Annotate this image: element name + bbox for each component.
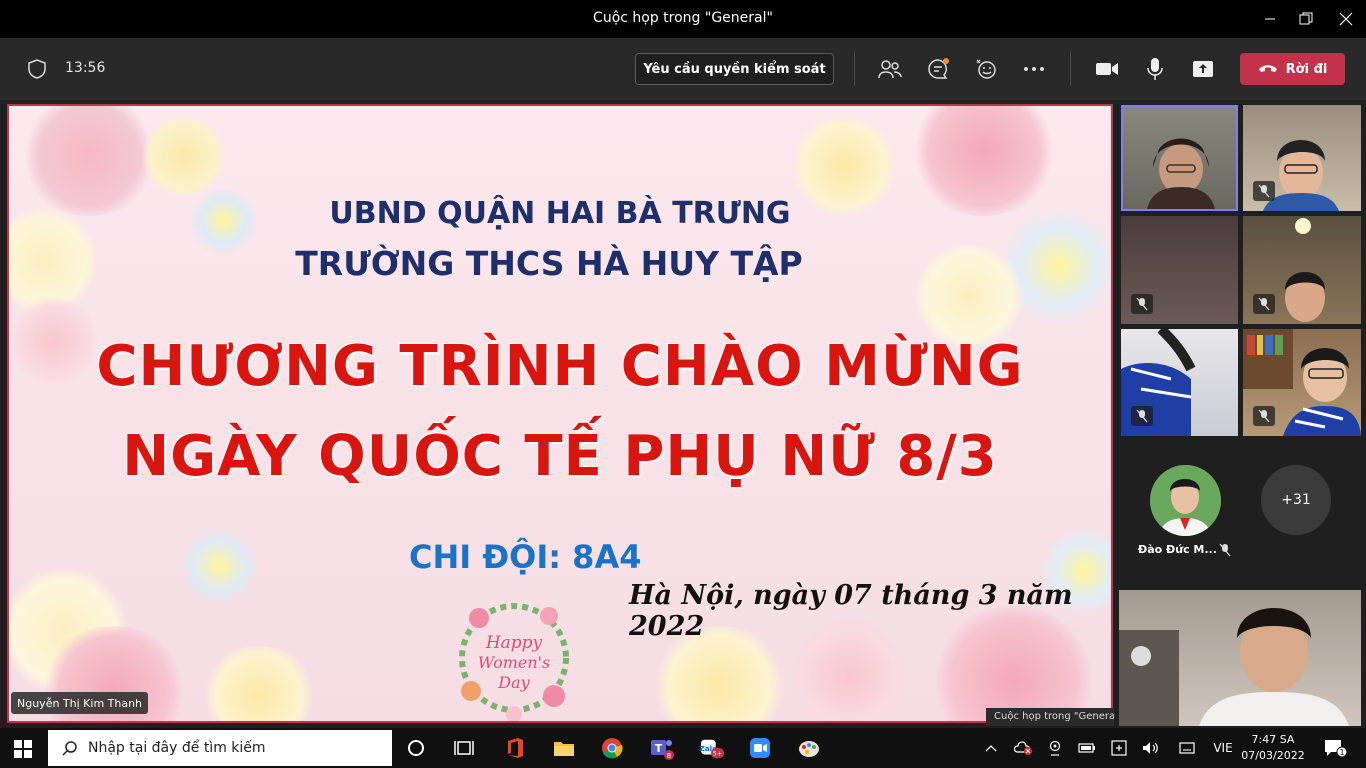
slide-headline-2: NGÀY QUỐC TẾ PHỤ NỮ 8/3 xyxy=(122,424,998,489)
slide-line-school: TRƯỜNG THCS HÀ HUY TẬP xyxy=(295,244,803,283)
reaction-icon[interactable] xyxy=(973,56,999,82)
zalo-badge: 5+ xyxy=(713,749,723,757)
clock-time: 7:47 SA xyxy=(1251,733,1295,746)
more-participants-button[interactable]: +31 xyxy=(1261,465,1331,535)
windows-taskbar: Nhập tại đây để tìm kiếm T8 Zalo 5+ VIE … xyxy=(0,728,1366,768)
slide-date-line: Hà Nội, ngày 07 tháng 3 năm 2022 xyxy=(629,580,1073,642)
womens-day-badge: Happy Women's Day xyxy=(449,596,579,721)
people-icon[interactable] xyxy=(877,56,903,82)
mic-muted-icon xyxy=(1219,542,1231,561)
mic-muted-icon xyxy=(1253,181,1275,201)
zoom-icon[interactable] xyxy=(748,736,772,760)
volume-icon[interactable] xyxy=(1142,739,1160,757)
participant-tile[interactable] xyxy=(1121,329,1238,436)
participant-video xyxy=(1119,608,1349,726)
participant-photo xyxy=(1150,465,1221,536)
slide-headline-1: CHƯƠNG TRÌNH CHÀO MỪNG xyxy=(96,334,1024,399)
participant-video xyxy=(1147,138,1215,209)
slide-class-label: CHI ĐỘI: 8A4 xyxy=(409,538,642,576)
battery-icon[interactable] xyxy=(1078,739,1096,757)
participant-name: Đào Đức M... xyxy=(1138,543,1217,556)
minimize-icon[interactable] xyxy=(1254,6,1286,32)
participant-tile[interactable] xyxy=(1243,329,1361,436)
shared-screen-slide: UBND QUẬN HAI BÀ TRƯNG TRƯỜNG THCS HÀ HU… xyxy=(7,104,1113,723)
windows-start-icon[interactable] xyxy=(14,740,32,758)
taskbar-search-box[interactable]: Nhập tại đây để tìm kiếm xyxy=(48,730,392,766)
office-icon[interactable] xyxy=(503,736,527,760)
chat-icon[interactable] xyxy=(925,56,951,82)
presenter-name-tag: Nguyễn Thị Kim Thanh xyxy=(11,692,149,714)
notification-icon[interactable]: 1 xyxy=(1322,739,1350,758)
flower-decoration xyxy=(139,116,229,196)
participant-tile[interactable] xyxy=(1243,216,1361,324)
onedrive-error-icon[interactable] xyxy=(1014,739,1032,757)
request-control-button[interactable]: Yêu cầu quyền kiểm soát xyxy=(635,53,834,85)
phone-hangup-icon xyxy=(1258,62,1278,77)
flower-decoration xyxy=(199,646,319,721)
cortana-icon[interactable] xyxy=(404,736,428,760)
mic-icon[interactable] xyxy=(1142,56,1168,82)
search-icon xyxy=(62,740,78,756)
participant-tile[interactable] xyxy=(1243,105,1361,211)
window-titlebar: Cuộc họp trong "General" xyxy=(0,0,1366,38)
taskbar-clock[interactable]: 7:47 SA 07/03/2022 xyxy=(1240,732,1306,764)
chrome-icon[interactable] xyxy=(600,736,624,760)
avatar[interactable] xyxy=(1150,465,1221,536)
security-tray-icon[interactable] xyxy=(1110,739,1128,757)
share-icon[interactable] xyxy=(1190,56,1216,82)
meeting-toolbar: 13:56 Yêu cầu quyền kiểm soát Rời đi xyxy=(0,38,1366,100)
slide-line-district: UBND QUẬN HAI BÀ TRƯNG xyxy=(329,196,791,231)
notification-count: 1 xyxy=(1339,748,1344,757)
language-indicator[interactable]: VIE xyxy=(1210,739,1236,757)
mic-muted-icon xyxy=(1253,406,1275,426)
clock-date: 07/03/2022 xyxy=(1241,749,1305,762)
mini-window-caption[interactable]: Cuộc họp trong "General" xyxy=(986,708,1114,726)
more-icon[interactable] xyxy=(1021,56,1047,82)
mic-muted-icon xyxy=(1131,406,1153,426)
participant-tile-large[interactable] xyxy=(1119,590,1361,726)
badge-text-happy: Happy xyxy=(485,633,543,653)
badge-text-day: Day xyxy=(497,673,530,692)
keyboard-icon[interactable] xyxy=(1178,739,1196,757)
zalo-icon[interactable]: Zalo 5+ xyxy=(700,736,724,760)
participant-tile[interactable] xyxy=(1121,216,1238,324)
maximize-icon[interactable] xyxy=(1290,6,1322,32)
task-view-icon[interactable] xyxy=(452,736,476,760)
teams-badge: 8 xyxy=(667,752,671,760)
close-icon[interactable] xyxy=(1330,6,1362,32)
flower-decoration xyxy=(179,526,259,606)
camera-icon[interactable] xyxy=(1094,56,1120,82)
window-title: Cuộc họp trong "General" xyxy=(593,10,773,26)
badge-text-womens: Women's xyxy=(478,653,551,672)
svg-text:T: T xyxy=(655,742,663,755)
shield-icon xyxy=(26,58,48,80)
leave-label: Rời đi xyxy=(1285,61,1328,77)
search-placeholder: Nhập tại đây để tìm kiếm xyxy=(88,740,266,756)
leave-button[interactable]: Rời đi xyxy=(1240,53,1345,85)
participant-tile-active-speaker[interactable] xyxy=(1121,105,1238,211)
mic-muted-icon xyxy=(1253,294,1275,314)
mic-muted-icon xyxy=(1131,294,1153,314)
webcam-tray-icon[interactable] xyxy=(1046,739,1064,757)
toolbar-divider xyxy=(854,52,855,86)
teams-icon[interactable]: T8 xyxy=(650,736,674,760)
meeting-duration: 13:56 xyxy=(65,60,106,76)
toolbar-divider xyxy=(1070,52,1071,86)
file-explorer-icon[interactable] xyxy=(552,736,576,760)
chevron-up-icon[interactable] xyxy=(982,739,1000,757)
paint-icon[interactable] xyxy=(797,736,821,760)
